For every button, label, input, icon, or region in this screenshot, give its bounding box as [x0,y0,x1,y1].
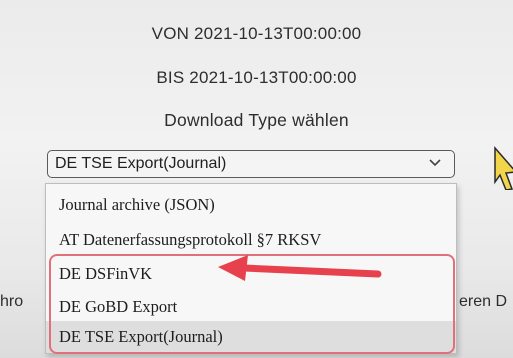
dropdown-option-de-gobd-export[interactable]: DE GoBD Export [46,291,456,323]
from-datetime: VON 2021-10-13T00:00:00 [151,24,362,43]
dropdown-option-at-datenerfassungsprotokoll[interactable]: AT Datenerfassungsprotokoll §7 RKSV [46,224,456,256]
chevron-down-icon [429,159,441,167]
background-text-left: hro [0,293,24,310]
download-type-select[interactable]: DE TSE Export(Journal) [47,150,455,178]
select-value: DE TSE Export(Journal) [55,155,227,172]
dropdown-option-journal-archive[interactable]: Journal archive (JSON) [46,189,456,221]
background-text-right: eren D [459,293,508,310]
download-type-label: Download Type wählen [164,110,349,130]
dropdown-option-de-dsfinvk[interactable]: DE DSFinVK [46,258,456,290]
download-type-dropdown: Journal archive (JSON) AT Datenerfassung… [45,183,457,354]
dropdown-option-de-tse-export[interactable]: DE TSE Export(Journal) [46,321,456,353]
to-datetime: BIS 2021-10-13T00:00:00 [156,68,357,87]
mouse-pointer-icon [494,146,513,190]
